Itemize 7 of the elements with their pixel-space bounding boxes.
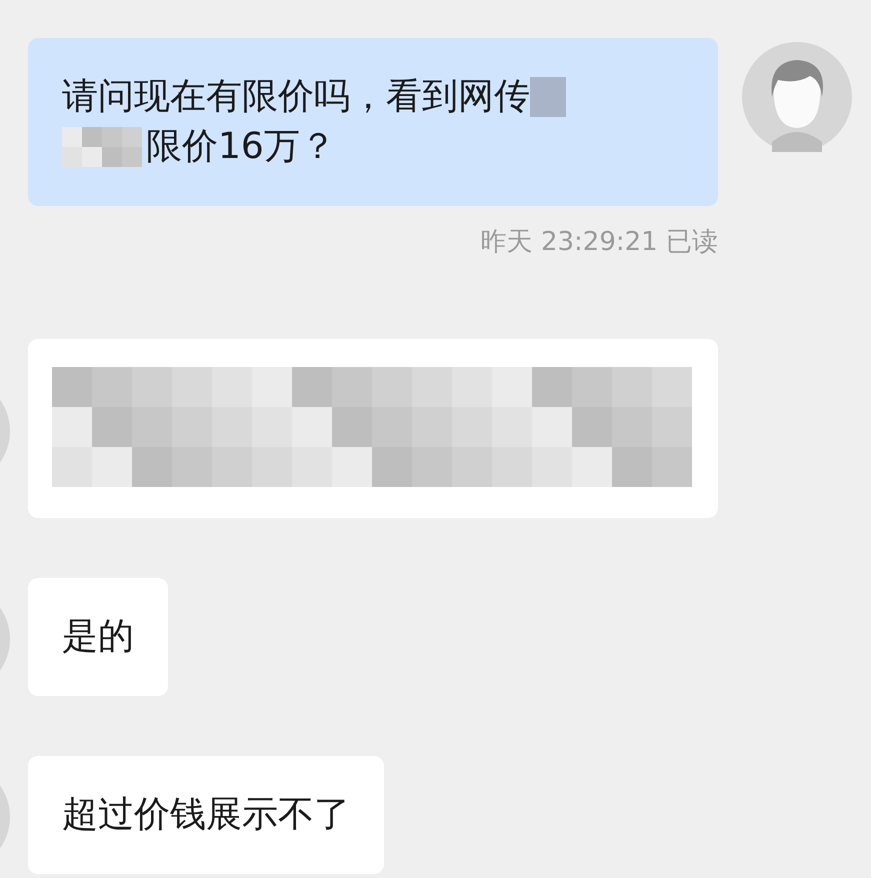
timestamp: 昨天 23:29:21 已读: [480, 226, 718, 259]
message-text: 是的: [62, 615, 134, 659]
message-text: 超过价钱展示不了: [62, 793, 350, 837]
message-text: 限价16万？: [146, 125, 336, 169]
mosaic-drawing: [530, 75, 566, 119]
avatar-icon[interactable]: [742, 42, 852, 152]
message-text: 请问现在有限价吗，看到网传: [62, 75, 530, 119]
